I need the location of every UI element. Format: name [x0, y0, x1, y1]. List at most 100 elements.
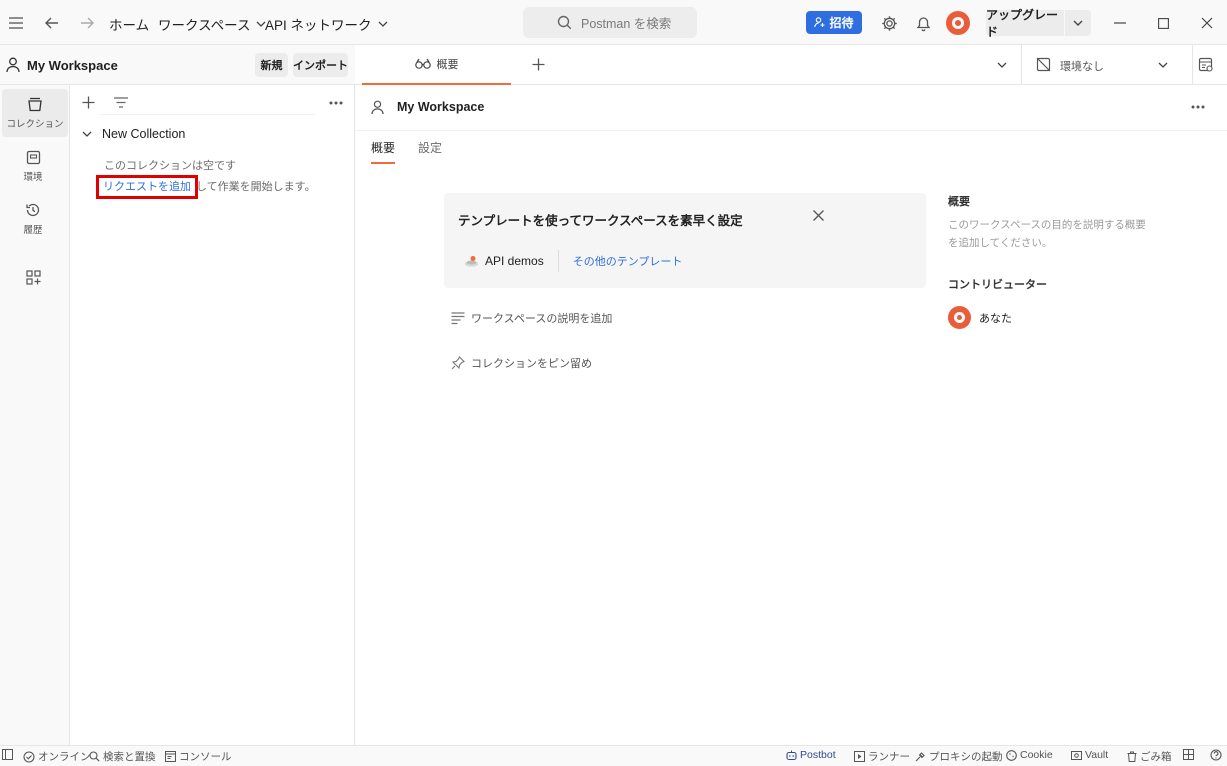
window-maximize-icon[interactable]	[1153, 13, 1173, 33]
import-button[interactable]: インポート	[293, 53, 348, 77]
new-button[interactable]: 新規	[255, 53, 288, 77]
settings-gear-icon[interactable]	[879, 13, 899, 33]
layout-icon	[1183, 749, 1194, 760]
subtab-settings[interactable]: 設定	[418, 139, 442, 164]
filter-input[interactable]	[100, 93, 315, 115]
pin-collections-action[interactable]: コレクションをピン留め	[451, 355, 592, 371]
console-button[interactable]: コンソール	[165, 749, 232, 764]
forward-arrow-icon[interactable]	[77, 13, 97, 33]
empty-message-rest: して作業を開始します。	[196, 181, 316, 193]
api-demos-option[interactable]: API demos	[464, 254, 544, 268]
trash-label: ごみ箱	[1140, 751, 1172, 763]
find-replace-button[interactable]: 検索と置換	[89, 749, 156, 764]
search-input[interactable]: Postman を検索	[523, 7, 697, 38]
invite-button[interactable]: 招待	[806, 11, 862, 34]
overview-section: 概要 このワークスペースの目的を説明する概要 を追加してください。	[948, 193, 1146, 252]
close-icon[interactable]	[813, 210, 824, 221]
layout-toggle-button[interactable]	[1183, 749, 1194, 760]
rail-item-collections[interactable]: コレクション	[2, 89, 68, 137]
collection-item[interactable]: New Collection	[82, 127, 185, 141]
add-request-link[interactable]: リクエストを追加	[96, 175, 198, 199]
more-options-icon[interactable]	[1191, 105, 1205, 109]
rail-item-apps[interactable]	[0, 253, 66, 301]
template-card-title: テンプレートを使ってワークスペースを素早く設定	[458, 214, 743, 228]
empty-message-line1: このコレクションは空です	[104, 160, 236, 172]
proxy-button[interactable]: プロキシの起動	[915, 749, 1003, 764]
api-demos-label: API demos	[485, 254, 544, 268]
nav-api-network[interactable]: API ネットワーク	[265, 14, 388, 34]
console-icon	[165, 751, 176, 762]
runner-button[interactable]: ランナー	[854, 749, 910, 764]
rail-item-label: 環境	[23, 171, 43, 183]
vault-button[interactable]: Vault	[1071, 749, 1108, 761]
window-minimize-icon[interactable]	[1110, 13, 1130, 33]
new-tab-plus-icon[interactable]	[532, 58, 545, 71]
divider	[557, 250, 559, 272]
add-description-label: ワークスペースの説明を追加	[471, 313, 613, 325]
empty-collection-message: このコレクションは空です リクエストを追加 して作業を開始します。	[96, 157, 316, 199]
more-options-icon[interactable]	[329, 101, 343, 105]
overview-heading: 概要	[948, 196, 970, 208]
contributors-section: コントリビューター あなた	[948, 276, 1047, 329]
overview-text-line2[interactable]: を追加してください。	[948, 234, 1146, 252]
nav-workspaces[interactable]: ワークスペース	[158, 14, 266, 34]
proxy-label: プロキシの起動	[929, 751, 1003, 763]
collection-name: New Collection	[102, 127, 186, 141]
tab-overview[interactable]: 概要	[362, 45, 511, 85]
upgrade-button[interactable]: アップグレード	[986, 8, 1064, 39]
apps-icon	[25, 269, 41, 285]
user-avatar[interactable]	[946, 11, 970, 35]
left-rail: コレクション 環境 履歴	[0, 85, 70, 745]
nav-home[interactable]: ホーム	[109, 14, 149, 34]
check-circle-icon	[23, 750, 35, 763]
tabs-dropdown-chevron-icon[interactable]	[997, 62, 1007, 68]
subtab-overview[interactable]: 概要	[371, 139, 396, 164]
postbot-label: Postbot	[800, 749, 836, 761]
toggle-sidebar-button[interactable]	[2, 749, 13, 760]
add-description-action[interactable]: ワークスペースの説明を追加	[451, 310, 612, 326]
notifications-bell-icon[interactable]	[913, 13, 933, 33]
chevron-down-icon	[82, 131, 92, 137]
cookie-button[interactable]: Cookie	[1006, 749, 1053, 761]
other-templates-link[interactable]: その他のテンプレート	[573, 253, 683, 269]
text-lines-icon	[451, 311, 465, 324]
postbot-button[interactable]: Postbot	[786, 749, 836, 761]
overview-text-line1[interactable]: このワークスペースの目的を説明する概要	[948, 216, 1146, 234]
menu-icon[interactable]	[6, 13, 26, 33]
back-arrow-icon[interactable]	[42, 13, 62, 33]
template-options: API demos その他のテンプレート	[464, 250, 682, 272]
search-placeholder: Postman を検索	[581, 17, 672, 31]
cookie-label: Cookie	[1020, 749, 1053, 761]
filter-icon	[114, 97, 128, 108]
vault-label: Vault	[1085, 749, 1109, 761]
nav-api-network-label: API ネットワーク	[265, 18, 372, 33]
nav-workspaces-label: ワークスペース	[158, 18, 251, 33]
collections-panel: New Collection このコレクションは空です リクエストを追加 して作業…	[70, 85, 355, 745]
proxy-icon	[915, 752, 925, 762]
template-card: テンプレートを使ってワークスペースを素早く設定 API demos その他のテン…	[444, 193, 926, 288]
plus-icon[interactable]	[82, 96, 95, 109]
rail-item-history[interactable]: 履歴	[0, 195, 66, 243]
environment-selector[interactable]: 環境なし	[1021, 45, 1193, 85]
collections-icon	[28, 97, 42, 111]
console-label: コンソール	[179, 751, 232, 763]
window-close-icon[interactable]	[1197, 13, 1217, 33]
workspace-heading: My Workspace	[397, 100, 485, 114]
help-button[interactable]	[1210, 749, 1222, 761]
workspace-header: My Workspace 新規 インポート	[0, 45, 355, 85]
find-replace-label: 検索と置換	[103, 751, 156, 763]
rail-item-environments[interactable]: 環境	[0, 142, 66, 190]
postbot-icon	[786, 750, 797, 760]
search-icon	[557, 15, 572, 30]
contributor-item: あなた	[948, 306, 1047, 329]
online-status[interactable]: オンライン	[23, 749, 91, 764]
environment-quick-look-icon[interactable]	[1198, 57, 1214, 73]
trash-button[interactable]: ごみ箱	[1127, 749, 1172, 764]
pin-collections-label: コレクションをピン留め	[471, 358, 592, 370]
rail-item-label: 履歴	[23, 225, 43, 236]
help-icon	[1210, 749, 1222, 761]
title-bar: ホーム ワークスペース API ネットワーク Postman を検索 招待 アッ…	[0, 0, 1227, 45]
no-environment-icon	[1036, 57, 1051, 72]
api-demos-icon	[465, 255, 478, 267]
upgrade-dropdown[interactable]	[1065, 10, 1091, 36]
